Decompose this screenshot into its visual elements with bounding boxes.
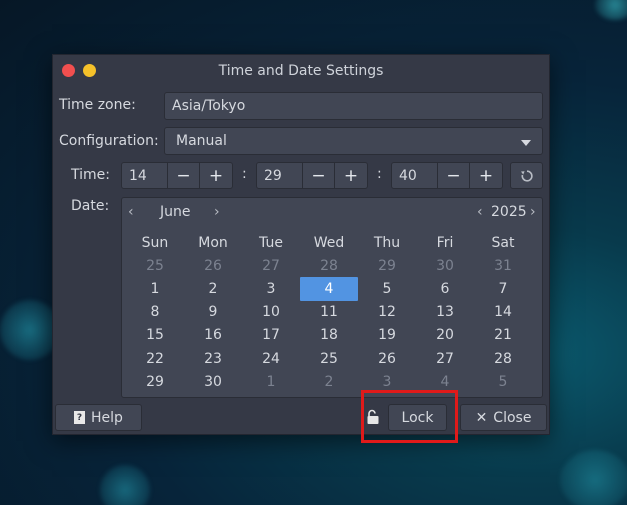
time-separator: : [377,166,382,182]
calendar-day[interactable]: 6 [416,277,474,300]
calendar-day[interactable]: 12 [358,301,416,324]
calendar-day[interactable]: 23 [184,347,242,370]
window-title: Time and Date Settings [218,63,384,79]
time-date-settings-window: Time and Date Settings Time zone: Asia/T… [52,54,550,435]
calendar-day[interactable]: 5 [474,370,532,393]
reset-icon [520,169,533,182]
calendar-day[interactable]: 18 [300,324,358,347]
calendar-day[interactable]: 22 [126,347,184,370]
calendar-day[interactable]: 20 [416,324,474,347]
calendar-day[interactable]: 24 [242,347,300,370]
close-icon: ✕ [475,409,488,426]
calendar-day[interactable]: 15 [126,324,184,347]
calendar-day[interactable]: 28 [474,347,532,370]
calendar-day[interactable]: 25 [300,347,358,370]
calendar-day[interactable]: 27 [416,347,474,370]
calendar-day[interactable]: 2 [184,277,242,300]
calendar-day[interactable]: 11 [300,301,358,324]
desktop-wallpaper-glow [560,450,627,505]
calendar-day[interactable]: 29 [358,254,416,277]
calendar: ‹ June › ‹ 2025 › Sun Mon Tue Wed Thu Fri Sat 2… [121,197,543,398]
calendar-day[interactable]: 8 [126,301,184,324]
date-label: Date: [71,198,110,214]
calendar-day[interactable]: 1 [242,370,300,393]
close-button-label: Close [493,409,532,426]
hour-input[interactable]: 14 [122,163,168,188]
hour-spinner: 14 − + [121,162,233,189]
calendar-day[interactable]: 30 [416,254,474,277]
calendar-year: 2025 [491,204,527,220]
help-icon: ? [74,411,86,424]
calendar-grid: Sun Mon Tue Wed Thu Fri Sat 25 26 27 28 29 30 31 1 2 3 4 5… [126,231,540,393]
next-month-button[interactable]: › [214,204,220,220]
calendar-day[interactable]: 7 [474,277,532,300]
second-increment-button[interactable]: + [470,163,502,188]
second-decrement-button[interactable]: − [438,163,470,188]
time-label: Time: [71,167,110,183]
weekday-header: Tue [259,234,283,251]
prev-month-button[interactable]: ‹ [128,204,134,220]
second-input[interactable]: 40 [392,163,438,188]
configuration-value: Manual [176,133,227,149]
hour-increment-button[interactable]: + [200,163,232,188]
minute-input[interactable]: 29 [257,163,303,188]
calendar-day[interactable]: 17 [242,324,300,347]
help-button-label: Help [91,409,123,426]
weekday-header: Thu [373,234,401,251]
calendar-day[interactable]: 31 [474,254,532,277]
time-separator: : [242,166,247,182]
calendar-day[interactable]: 1 [126,277,184,300]
calendar-day[interactable]: 21 [474,324,532,347]
chevron-down-icon [521,140,531,146]
calendar-day[interactable]: 30 [184,370,242,393]
weekday-header: Sun [141,234,169,251]
calendar-month: June [160,204,191,220]
timezone-field[interactable]: Asia/Tokyo [164,92,543,120]
calendar-day[interactable]: 2 [300,370,358,393]
timezone-label: Time zone: [59,97,136,113]
second-spinner: 40 − + [391,162,503,189]
desktop-wallpaper-glow [595,0,627,20]
hour-decrement-button[interactable]: − [168,163,200,188]
calendar-day[interactable]: 16 [184,324,242,347]
calendar-day[interactable]: 29 [126,370,184,393]
calendar-day-selected[interactable]: 4 [300,277,358,301]
desktop-wallpaper-glow [100,465,150,505]
calendar-day[interactable]: 14 [474,301,532,324]
titlebar[interactable]: Time and Date Settings [53,55,549,87]
weekday-header: Wed [313,234,345,251]
configuration-dropdown[interactable]: Manual [164,127,543,155]
calendar-day[interactable]: 28 [300,254,358,277]
calendar-day[interactable]: 26 [184,254,242,277]
calendar-day[interactable]: 25 [126,254,184,277]
timezone-value: Asia/Tokyo [172,98,246,114]
calendar-day[interactable]: 19 [358,324,416,347]
reset-time-button[interactable] [510,162,543,189]
calendar-day[interactable]: 3 [242,277,300,300]
weekday-header: Mon [198,234,228,251]
calendar-day[interactable]: 5 [358,277,416,300]
next-year-button[interactable]: › [530,204,536,220]
calendar-day[interactable]: 26 [358,347,416,370]
prev-year-button[interactable]: ‹ [477,204,483,220]
close-button[interactable]: ✕ Close [460,404,547,431]
weekday-header: Sat [491,234,515,251]
minute-increment-button[interactable]: + [335,163,367,188]
configuration-label: Configuration: [59,133,159,149]
weekday-header: Fri [436,234,454,251]
calendar-day[interactable]: 9 [184,301,242,324]
calendar-day[interactable]: 10 [242,301,300,324]
help-button[interactable]: ? Help [55,404,142,431]
minute-decrement-button[interactable]: − [303,163,335,188]
desktop-wallpaper-glow [0,300,60,360]
calendar-day[interactable]: 27 [242,254,300,277]
highlight-box [361,390,458,443]
calendar-day[interactable]: 13 [416,301,474,324]
minute-spinner: 29 − + [256,162,368,189]
